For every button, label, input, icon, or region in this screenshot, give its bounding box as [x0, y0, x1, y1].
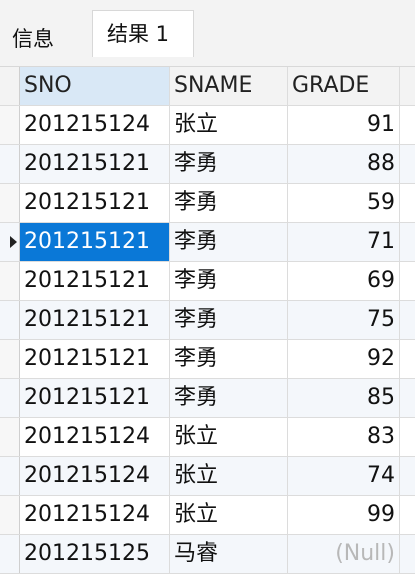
row-filler	[400, 262, 415, 300]
cell-sname[interactable]: 李勇	[170, 223, 288, 261]
cell-grade[interactable]: 85	[288, 379, 400, 417]
cell-sname[interactable]: 李勇	[170, 184, 288, 222]
cell-sname[interactable]: 张立	[170, 418, 288, 456]
row-filler	[400, 106, 415, 144]
table-row[interactable]: 201215121 李勇 59	[0, 184, 415, 223]
cell-sname[interactable]: 李勇	[170, 340, 288, 378]
row-filler	[400, 418, 415, 456]
current-row-arrow-icon	[10, 236, 17, 248]
cell-sno[interactable]: 201215121	[20, 301, 170, 339]
cell-sname[interactable]: 李勇	[170, 379, 288, 417]
row-filler	[400, 145, 415, 183]
cell-sno[interactable]: 201215124	[20, 496, 170, 534]
column-header-sno[interactable]: SNO	[20, 67, 170, 105]
cell-sno[interactable]: 201215121	[20, 145, 170, 183]
cell-sno[interactable]: 201215121	[20, 379, 170, 417]
table-row[interactable]: 201215124 张立 83	[0, 418, 415, 457]
row-filler	[400, 457, 415, 495]
tab-info[interactable]: 信息	[2, 16, 80, 62]
row-indicator[interactable]	[0, 262, 20, 300]
cell-sno[interactable]: 201215121	[20, 184, 170, 222]
row-indicator[interactable]	[0, 379, 20, 417]
table-row[interactable]: 201215124 张立 91	[0, 106, 415, 145]
row-indicator[interactable]	[0, 457, 20, 495]
row-filler	[400, 379, 415, 417]
cell-sname[interactable]: 李勇	[170, 301, 288, 339]
cell-grade[interactable]: 74	[288, 457, 400, 495]
cell-grade[interactable]: 99	[288, 496, 400, 534]
row-indicator[interactable]	[0, 106, 20, 144]
row-indicator[interactable]	[0, 301, 20, 339]
result-tab-bar: 信息 结果 1	[0, 10, 415, 67]
window-top-strip	[0, 0, 415, 10]
row-indicator[interactable]	[0, 184, 20, 222]
header-corner	[0, 67, 20, 105]
cell-sno[interactable]: 201215121	[20, 340, 170, 378]
row-filler	[400, 535, 415, 573]
column-header-grade[interactable]: GRADE	[288, 67, 400, 105]
row-indicator[interactable]	[0, 496, 20, 534]
row-indicator[interactable]	[0, 418, 20, 456]
cell-sname[interactable]: 李勇	[170, 145, 288, 183]
row-filler	[400, 301, 415, 339]
table-row[interactable]: 201215121 李勇 85	[0, 379, 415, 418]
cell-sno[interactable]: 201215121	[20, 262, 170, 300]
cell-sno[interactable]: 201215124	[20, 457, 170, 495]
cell-sno[interactable]: 201215125	[20, 535, 170, 573]
grid-header-row: SNO SNAME GRADE	[0, 67, 415, 106]
column-header-sname[interactable]: SNAME	[170, 67, 288, 105]
tab-result-1[interactable]: 结果 1	[92, 10, 194, 57]
cell-grade[interactable]: (Null)	[288, 535, 400, 573]
table-row[interactable]: 201215121 李勇 88	[0, 145, 415, 184]
table-row[interactable]: 201215124 张立 99	[0, 496, 415, 535]
row-filler	[400, 340, 415, 378]
table-row[interactable]: 201215121 李勇 71	[0, 223, 415, 262]
cell-grade[interactable]: 83	[288, 418, 400, 456]
cell-grade[interactable]: 69	[288, 262, 400, 300]
table-row[interactable]: 201215121 李勇 92	[0, 340, 415, 379]
table-row[interactable]: 201215124 张立 74	[0, 457, 415, 496]
row-filler	[400, 223, 415, 261]
cell-grade[interactable]: 88	[288, 145, 400, 183]
row-filler	[400, 496, 415, 534]
cell-grade[interactable]: 91	[288, 106, 400, 144]
cell-sname[interactable]: 李勇	[170, 262, 288, 300]
cell-sname[interactable]: 张立	[170, 496, 288, 534]
cell-sno[interactable]: 201215121	[20, 223, 170, 261]
cell-sname[interactable]: 张立	[170, 106, 288, 144]
table-row[interactable]: 201215121 李勇 69	[0, 262, 415, 301]
cell-sname[interactable]: 张立	[170, 457, 288, 495]
cell-grade[interactable]: 92	[288, 340, 400, 378]
row-filler	[400, 184, 415, 222]
cell-grade[interactable]: 75	[288, 301, 400, 339]
cell-sno[interactable]: 201215124	[20, 418, 170, 456]
result-grid: SNO SNAME GRADE 201215124 张立 91 201215121 李勇…	[0, 67, 415, 584]
cell-sname[interactable]: 马睿	[170, 535, 288, 573]
cell-grade[interactable]: 59	[288, 184, 400, 222]
table-row[interactable]: 201215121 李勇 75	[0, 301, 415, 340]
row-indicator[interactable]	[0, 340, 20, 378]
table-row[interactable]: 201215125 马睿 (Null)	[0, 535, 415, 574]
column-header-filler	[400, 67, 415, 105]
cell-sno[interactable]: 201215124	[20, 106, 170, 144]
row-indicator[interactable]	[0, 223, 20, 261]
row-indicator[interactable]	[0, 145, 20, 183]
cell-grade[interactable]: 71	[288, 223, 400, 261]
row-indicator[interactable]	[0, 535, 20, 573]
